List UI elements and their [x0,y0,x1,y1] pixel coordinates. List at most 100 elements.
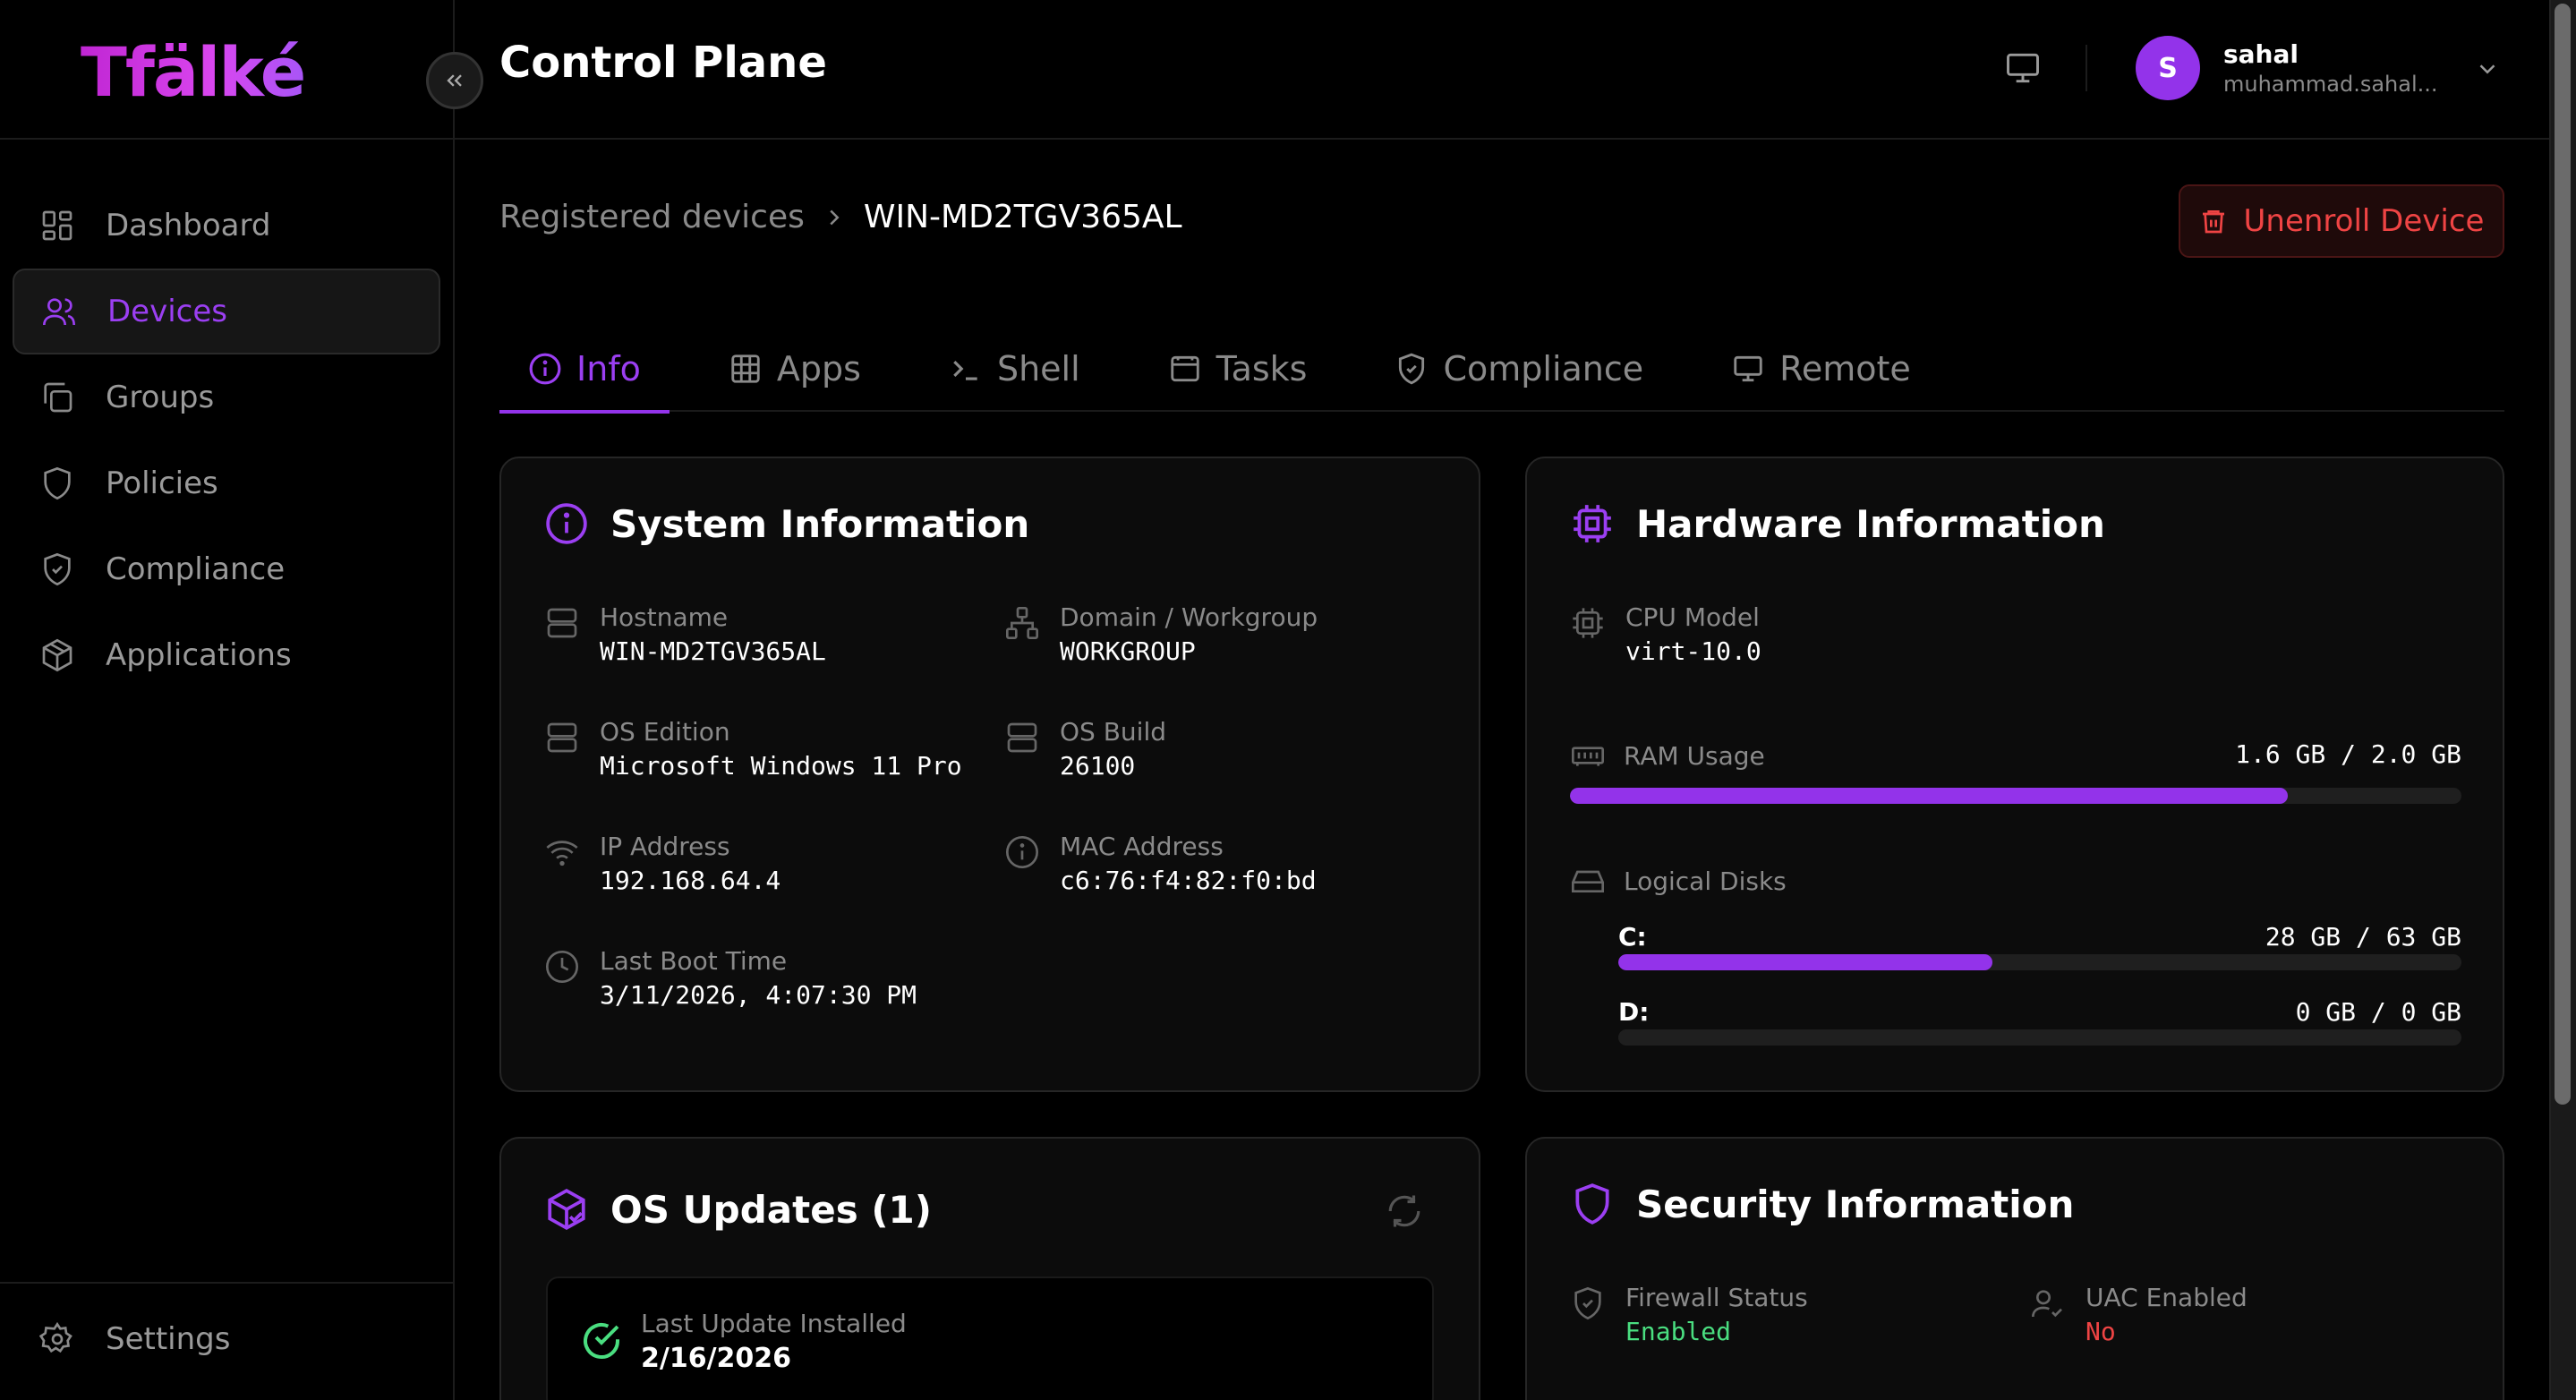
card-title: System Information [544,501,1029,546]
uac-value: No [2086,1317,2116,1346]
sidebar-item-settings[interactable]: Settings [39,1321,230,1357]
unenroll-device-button[interactable]: Unenroll Device [2179,184,2504,258]
os-edition-field: OS Edition Microsoft Windows 11 Pro [544,716,962,784]
server-icon [544,720,580,755]
field-value: virt-10.0 [1625,636,1761,666]
sidebar: Tfälké Dashboard Devices Groups Policies [0,0,455,1400]
field-value: WORKGROUP [1060,636,1196,666]
sidebar-item-groups[interactable]: Groups [13,354,440,440]
ram-usage-bar [1570,788,2461,804]
sidebar-item-label: Groups [106,380,215,415]
last-update-value: 2/16/2026 [641,1343,792,1374]
shield-icon [39,465,75,501]
sidebar-item-label: Devices [107,294,227,329]
tab-info[interactable]: Info [499,326,670,414]
package-check-icon [544,1187,589,1232]
field-value: c6:76:f4:82:f0:bd [1060,866,1317,895]
gear-icon [39,1321,75,1357]
shield-icon [1570,1182,1615,1226]
grid-icon [39,208,75,243]
tab-compliance[interactable]: Compliance [1366,326,1672,412]
clock-icon [544,949,580,985]
info-icon [528,352,562,386]
refresh-icon[interactable] [1386,1192,1423,1230]
field-label: OS Build [1060,717,1166,747]
disks-label-text: Logical Disks [1624,866,1787,896]
sidebar-item-label: Compliance [106,551,286,587]
uac-enabled-field: UAC Enabled No [2030,1282,2248,1350]
disk-c-fill [1618,954,1993,970]
tab-shell[interactable]: Shell [920,326,1109,412]
breadcrumb-current: WIN-MD2TGV365AL [863,199,1182,235]
wifi-icon [544,834,580,870]
monitor-icon[interactable] [2003,48,2043,88]
monitor-icon [1731,352,1765,386]
users-icon [41,294,77,329]
user-name[interactable]: sahal [2223,39,2299,69]
field-label: UAC Enabled [2086,1283,2248,1312]
card-title-text: Hardware Information [1636,501,2105,546]
logical-disks-label: Logical Disks [1570,863,1787,899]
ram-usage-value: 1.6 GB / 2.0 GB [2235,739,2461,769]
sidebar-item-dashboard[interactable]: Dashboard [13,183,440,269]
breadcrumb-parent[interactable]: Registered devices [499,199,805,235]
disk-d-bar [1618,1029,2461,1046]
chevron-right-icon [821,204,848,231]
last-update-box: Last Update Installed 2/16/2026 [546,1276,1434,1400]
divider [2086,45,2087,91]
check-circle-icon [580,1319,623,1362]
server-icon [1004,720,1040,755]
security-information-card [1525,1137,2504,1400]
terminal-icon [949,352,983,386]
copy-icon [39,380,75,415]
field-label: Domain / Workgroup [1060,602,1318,632]
ip-address-field: IP Address 192.168.64.4 [544,831,780,899]
ram-usage-label: RAM Usage [1570,738,1765,773]
shield-check-icon [1570,1285,1606,1321]
info-icon [544,501,589,546]
shield-check-icon [1395,352,1429,386]
field-label: IP Address [600,832,730,861]
sidebar-item-applications[interactable]: Applications [13,612,440,698]
domain-field: Domain / Workgroup WORKGROUP [1004,602,1318,670]
sidebar-item-label: Dashboard [106,208,271,243]
last-boot-field: Last Boot Time 3/11/2026, 4:07:30 PM [544,945,917,1013]
ram-usage-fill [1570,788,2288,804]
user-check-icon [2030,1285,2066,1321]
sidebar-item-label: Applications [106,637,292,673]
divider [0,1282,455,1284]
device-tabs: Info Apps Shell Tasks Compliance Remote [499,326,2504,414]
network-icon [1004,605,1040,641]
field-label: Firewall Status [1625,1283,1808,1312]
tab-label: Info [576,349,641,388]
cpu-model-field: CPU Model virt-10.0 [1570,602,1761,670]
page-title: Control Plane [499,38,827,88]
sidebar-item-policies[interactable]: Policies [13,440,440,526]
scrollbar-thumb[interactable] [2555,4,2571,1105]
settings-label: Settings [106,1321,231,1357]
tab-label: Shell [996,349,1080,388]
card-title: OS Updates (1) [544,1187,932,1232]
field-label: Hostname [600,602,729,632]
mac-address-field: MAC Address c6:76:f4:82:f0:bd [1004,831,1317,899]
sidebar-item-compliance[interactable]: Compliance [13,526,440,612]
hard-drive-icon [1570,863,1606,899]
tab-label: Tasks [1215,349,1308,388]
tab-label: Compliance [1443,349,1644,388]
collapse-sidebar-button[interactable] [426,52,483,109]
tab-tasks[interactable]: Tasks [1139,326,1336,412]
table-icon [729,352,763,386]
cpu-icon [1570,501,1615,546]
field-label: MAC Address [1060,832,1224,861]
chevron-down-icon[interactable] [2474,55,2501,82]
brand-logo[interactable]: Tfälké [81,32,306,112]
avatar[interactable]: S [2136,36,2200,100]
calendar-icon [1168,352,1202,386]
card-title-text: System Information [610,501,1030,546]
tab-remote[interactable]: Remote [1702,326,1940,412]
package-icon [39,637,75,673]
sidebar-item-devices[interactable]: Devices [13,269,440,354]
tab-apps[interactable]: Apps [700,326,890,412]
chevrons-left-icon [442,68,467,93]
field-label: Last Boot Time [600,946,788,976]
